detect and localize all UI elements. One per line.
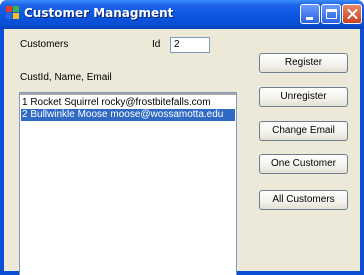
- customers-label: Customers: [20, 39, 69, 50]
- list-item-selected[interactable]: 2 Bullwinkle Moose moose@wossamotta.edu: [21, 109, 235, 121]
- form-client-area: Customers Id 2 CustId, Name, Email 1 Roc…: [4, 29, 360, 275]
- title-bar[interactable]: Customer Managment: [0, 0, 364, 29]
- customer-management-window: Customer Managment Customers Id 2 CustId…: [0, 0, 364, 275]
- unregister-button[interactable]: Unregister: [259, 87, 348, 107]
- columns-header-label: CustId, Name, Email: [20, 72, 112, 83]
- one-customer-button[interactable]: One Customer: [259, 154, 348, 174]
- all-customers-button[interactable]: All Customers: [259, 190, 348, 210]
- maximize-icon: [326, 9, 337, 19]
- minimize-button[interactable]: [300, 4, 320, 24]
- minimize-icon: [306, 17, 313, 20]
- list-item[interactable]: 1 Rocket Squirrel rocky@frostbitefalls.c…: [21, 97, 235, 109]
- maximize-button[interactable]: [321, 4, 341, 24]
- close-button[interactable]: [342, 4, 362, 24]
- id-label: Id: [152, 39, 161, 50]
- customer-listbox[interactable]: 1 Rocket Squirrel rocky@frostbitefalls.c…: [19, 92, 237, 275]
- change-email-button[interactable]: Change Email: [259, 121, 348, 141]
- app-icon[interactable]: [6, 6, 20, 20]
- register-button[interactable]: Register: [259, 53, 348, 73]
- listbox-top-border: [20, 93, 236, 95]
- id-input[interactable]: 2: [170, 37, 210, 53]
- window-title: Customer Managment: [24, 6, 174, 20]
